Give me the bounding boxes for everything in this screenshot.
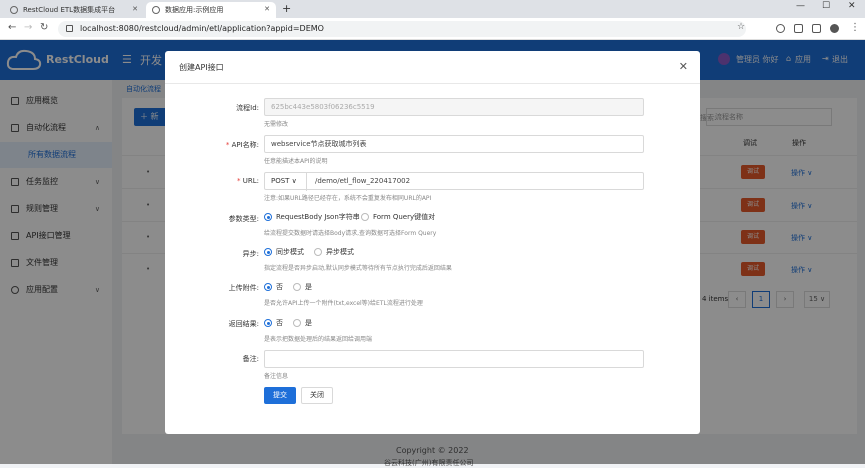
divider	[165, 83, 700, 84]
flow-id-label: 流程Id:	[236, 104, 259, 112]
remark-field[interactable]	[264, 350, 644, 368]
remark-hint: 备注信息	[264, 373, 289, 380]
url-path-input[interactable]: /demo/etl_flow_220417002	[315, 173, 410, 189]
radio-unchecked-icon	[293, 283, 301, 291]
radio-unchecked-icon	[361, 213, 369, 221]
create-api-dialog: 创建API接口 ✕ 流程Id: 625bc443e5803f06236c5519…	[165, 51, 700, 434]
url-field: POST ∨ /demo/etl_flow_220417002	[264, 172, 644, 191]
result-no-radio[interactable]: 否	[264, 318, 283, 328]
radio-label: 是	[305, 283, 312, 291]
sync-mode-radio[interactable]: 同步模式	[264, 247, 304, 257]
reload-icon[interactable]: ↻	[40, 22, 48, 33]
radio-label: RequestBody Json字符串	[276, 213, 360, 221]
info-icon[interactable]	[66, 25, 73, 32]
close-tab-icon[interactable]: ✕	[264, 5, 270, 13]
puzzle-icon[interactable]	[794, 24, 803, 33]
method-select[interactable]: POST ∨	[265, 173, 307, 191]
radio-label: Form Query键值对	[373, 213, 436, 221]
remark-label: 备注:	[242, 355, 259, 363]
async-label: 异步:	[242, 250, 259, 258]
globe-icon	[10, 6, 18, 14]
url-field[interactable]: localhost:8080/restcloud/admin/etl/appli…	[58, 21, 746, 37]
upload-no-radio[interactable]: 否	[264, 282, 283, 292]
dialog-title: 创建API接口	[179, 63, 224, 72]
radio-label: 是	[305, 319, 312, 327]
radio-label: 否	[276, 283, 283, 291]
radio-checked-icon	[264, 283, 272, 291]
async-mode-radio[interactable]: 异步模式	[314, 247, 354, 257]
extension-icon[interactable]	[776, 24, 785, 33]
upload-label: 上传附件:	[228, 284, 259, 292]
maximize-icon[interactable]: ☐	[822, 1, 830, 11]
tab-title: 数据应用:示例应用	[165, 6, 224, 14]
close-window-icon[interactable]: ✕	[848, 1, 856, 11]
radio-checked-icon	[264, 319, 272, 327]
flow-id-hint: 无需修改	[264, 121, 289, 128]
param-type-label: 参数类型:	[228, 215, 259, 223]
param-type-hint: 给流程提交数据时请选择Body请求,查询数据可选择Form Query	[264, 230, 437, 237]
upload-yes-radio[interactable]: 是	[293, 282, 312, 292]
profile-icon[interactable]	[830, 24, 839, 33]
new-tab-button[interactable]: +	[282, 2, 291, 15]
forward-icon[interactable]: →	[24, 22, 32, 33]
url-label: * URL:	[237, 177, 259, 185]
close-tab-icon[interactable]: ✕	[132, 5, 138, 13]
param-type-form-radio[interactable]: Form Query键值对	[361, 212, 435, 222]
result-hint: 是表示把数据处理后的结果返回给调用端	[264, 336, 373, 343]
radio-unchecked-icon	[314, 248, 322, 256]
globe-icon	[152, 6, 160, 14]
sidepanel-icon[interactable]	[812, 24, 821, 33]
param-type-json-radio[interactable]: RequestBody Json字符串	[264, 212, 360, 222]
result-label: 返回结果:	[228, 320, 259, 328]
radio-checked-icon	[264, 248, 272, 256]
back-icon[interactable]: ←	[8, 22, 16, 33]
api-name-hint: 任意能描述本API的说明	[264, 158, 328, 165]
browser-menu-icon[interactable]: ⋮	[850, 22, 860, 33]
radio-label: 否	[276, 319, 283, 327]
result-yes-radio[interactable]: 是	[293, 318, 312, 328]
browser-tab[interactable]: RestCloud ETL数据集成平台 ✕	[4, 2, 144, 18]
radio-label: 异步模式	[326, 248, 354, 256]
async-hint: 指定流程是否异步启动,默认同步模式等待所有节点执行完成后返回结果	[264, 265, 452, 272]
api-name-label: * API名称:	[225, 141, 259, 149]
minimize-icon[interactable]: —	[796, 1, 805, 11]
method-value: POST	[271, 177, 290, 185]
radio-label: 同步模式	[276, 248, 304, 256]
submit-button[interactable]: 提交	[264, 387, 296, 404]
address-bar: ← → ↻ localhost:8080/restcloud/admin/etl…	[0, 18, 865, 40]
browser-tab-bar: RestCloud ETL数据集成平台 ✕ 数据应用:示例应用 ✕ + — ☐ …	[0, 0, 865, 18]
radio-unchecked-icon	[293, 319, 301, 327]
tab-title: RestCloud ETL数据集成平台	[23, 6, 116, 14]
radio-checked-icon	[264, 213, 272, 221]
close-button[interactable]: 关闭	[301, 387, 333, 404]
url-hint: 注意:如果URL路径已经存在，系统不会重复发布相同URL的API	[264, 195, 432, 202]
api-name-field[interactable]: webservice节点获取城市列表	[264, 135, 644, 153]
url-text: localhost:8080/restcloud/admin/etl/appli…	[80, 24, 324, 33]
close-icon[interactable]: ✕	[679, 60, 688, 73]
flow-id-field[interactable]: 625bc443e5803f06236c5519	[264, 98, 644, 116]
upload-hint: 是否允许API上传一个附件(txt,excel等)给ETL流程进行处理	[264, 300, 423, 307]
bookmark-star-icon[interactable]: ☆	[737, 22, 745, 32]
browser-tab-active[interactable]: 数据应用:示例应用 ✕	[146, 2, 276, 18]
